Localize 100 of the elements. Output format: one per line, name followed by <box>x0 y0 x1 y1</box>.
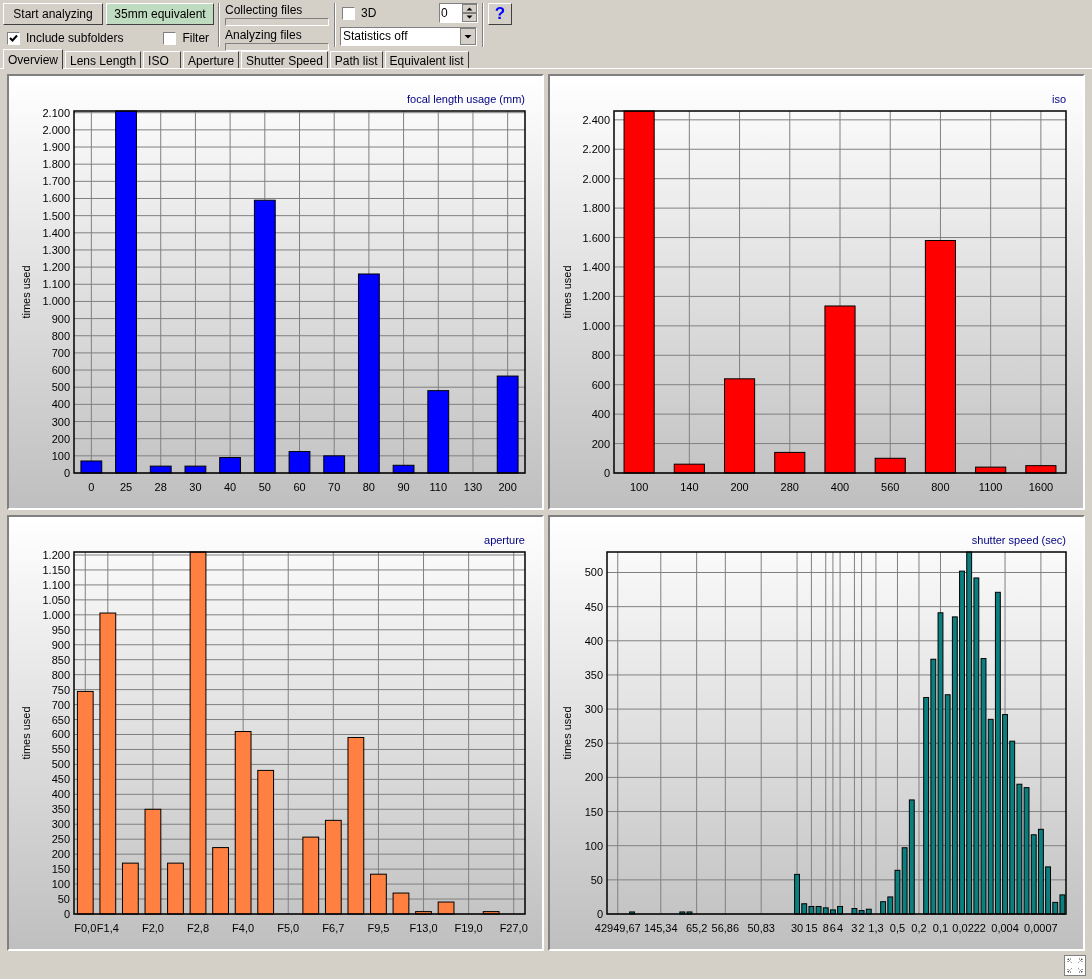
tick-label: F5,0 <box>277 921 300 934</box>
tick-label: 200 <box>51 432 70 445</box>
tick-label: 0,2 <box>911 921 927 934</box>
tick-label: 200 <box>498 481 517 493</box>
toolbar-button[interactable]: Start analyzing <box>3 3 103 25</box>
tick-label: 850 <box>51 653 70 666</box>
tick-label: 800 <box>931 481 950 493</box>
tab[interactable]: Lens Length <box>65 51 142 68</box>
tick-label: 8 <box>822 921 829 934</box>
tick-label: 900 <box>51 638 70 651</box>
bar <box>774 451 806 474</box>
tick-label: 700 <box>51 346 70 359</box>
checkbox[interactable] <box>163 31 177 45</box>
tab[interactable]: Overview <box>3 49 63 69</box>
tick-label: 600 <box>51 728 70 740</box>
tick-label: 90 <box>397 481 410 493</box>
resize-grip-icon[interactable] <box>1064 955 1086 976</box>
tick-label: 500 <box>51 381 70 394</box>
bar <box>1025 465 1057 474</box>
tick-label: 800 <box>591 349 610 362</box>
tick-label: 900 <box>51 312 70 325</box>
tick-label: F4,0 <box>232 921 255 934</box>
tick-label: 1.900 <box>42 141 70 154</box>
axis-label: times used <box>20 705 32 760</box>
tick-label: 60 <box>293 481 306 493</box>
tick-label: 600 <box>591 378 610 391</box>
tick-label: 130 <box>463 481 483 493</box>
tick-label: 800 <box>51 329 70 342</box>
checkbox[interactable] <box>342 6 355 20</box>
tick-label: 0 <box>596 907 603 920</box>
tick-label: 200 <box>730 481 749 493</box>
bar <box>122 862 139 914</box>
tick-label: 28 <box>154 481 167 493</box>
tick-label: 1.150 <box>42 563 70 576</box>
tick-label: F27,0 <box>499 921 528 934</box>
tick-label: 1.600 <box>42 192 70 205</box>
spin-field[interactable]: 0 <box>439 3 478 23</box>
bar <box>288 451 311 474</box>
checkbox-label: Include subfolders <box>26 30 124 47</box>
tab[interactable]: Equivalent list <box>384 51 469 68</box>
bar <box>184 465 207 474</box>
help-button[interactable]: ? <box>488 3 512 25</box>
tick-label: 0 <box>603 467 610 479</box>
tick-label: 450 <box>584 600 603 613</box>
tick-label: 0,1 <box>932 921 949 934</box>
tick-label: 200 <box>51 847 70 860</box>
bar <box>167 862 184 914</box>
toolbar-button[interactable]: 35mm equivalent <box>106 3 214 25</box>
tick-label: F2,8 <box>187 921 210 934</box>
axis-label: times used <box>561 265 573 319</box>
tab[interactable]: Path list <box>329 51 383 68</box>
chart-title: aperture <box>484 533 525 546</box>
tick-label: 15 <box>805 921 818 934</box>
checkbox-label: Filter <box>182 30 210 47</box>
tick-label: 200 <box>591 437 610 450</box>
tick-label: 2.200 <box>582 143 610 156</box>
tick-label: 42949,67 <box>594 921 641 934</box>
tick-label: 750 <box>51 683 70 696</box>
tick-label: 4 <box>837 921 844 934</box>
tick-label: 50,83 <box>747 921 775 934</box>
tick-label: 100 <box>629 481 649 493</box>
tick-label: 1.300 <box>42 243 70 256</box>
tick-label: F13,0 <box>409 921 438 934</box>
bar <box>673 463 705 474</box>
tab[interactable]: Aperture <box>183 51 240 68</box>
tick-label: 1600 <box>1028 481 1054 493</box>
tick-label: F2,0 <box>141 921 164 934</box>
bar <box>415 910 432 914</box>
tick-label: 80 <box>362 481 375 493</box>
tick-label: 2.000 <box>582 172 610 185</box>
tick-label: F19,0 <box>454 921 483 934</box>
tick-label: 1,3 <box>868 921 884 934</box>
bar <box>370 873 387 914</box>
tick-label: 1.400 <box>42 226 70 239</box>
tick-label: 1.000 <box>42 608 70 621</box>
tick-label: 550 <box>51 742 70 755</box>
tick-label: 56,86 <box>711 921 740 934</box>
checkbox[interactable] <box>7 31 20 45</box>
tick-label: 700 <box>51 698 70 711</box>
tab[interactable]: Shutter Speed <box>241 51 328 68</box>
chart-title: focal length usage (mm) <box>407 93 525 105</box>
tick-label: 6 <box>829 921 836 934</box>
tick-label: 100 <box>51 449 70 462</box>
tick-label: 1.200 <box>42 261 70 274</box>
tick-label: F1,4 <box>96 921 119 934</box>
tick-label: 40 <box>224 481 237 493</box>
tick-label: 0,5 <box>889 921 906 934</box>
chart-title: iso <box>1051 93 1066 105</box>
checkbox-label: 3D <box>361 5 377 22</box>
tick-label: 350 <box>51 802 70 815</box>
tick-label: 50 <box>258 481 271 493</box>
statistics-dropdown[interactable]: Statistics off <box>340 27 477 46</box>
tab[interactable]: ISO <box>143 51 182 68</box>
spin-arrows-icon[interactable] <box>462 4 477 22</box>
bar <box>629 910 636 914</box>
tick-label: 3 <box>851 921 858 934</box>
tick-label: 1.400 <box>582 261 610 273</box>
tick-label: F0,0 <box>74 921 97 934</box>
tick-label: 65,2 <box>685 921 708 934</box>
tick-label: 300 <box>51 817 70 830</box>
